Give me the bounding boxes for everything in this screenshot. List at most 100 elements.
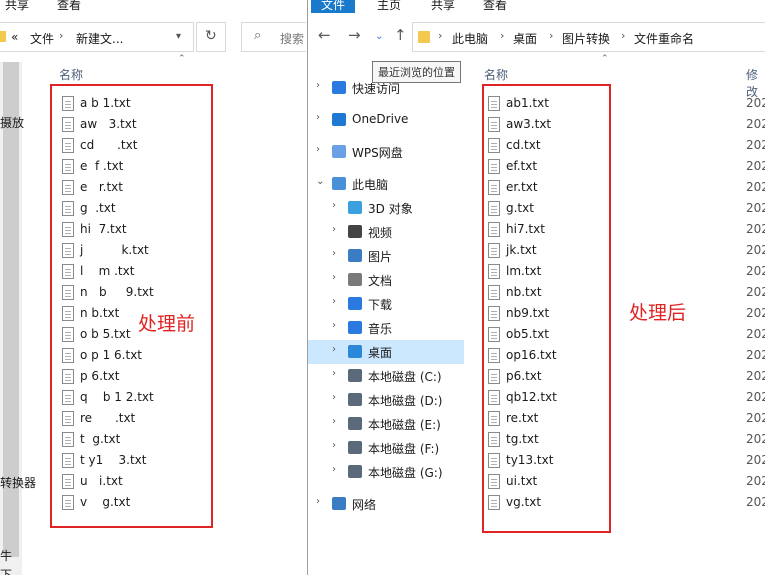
nav-item-label: 网络 <box>352 498 377 512</box>
search-box[interactable]: ⌕ 搜索 <box>241 22 306 52</box>
chevron-right-icon[interactable]: › <box>332 344 336 355</box>
nav-item[interactable]: › 3D 对象 <box>308 196 464 220</box>
address-segment[interactable]: 图片转换 <box>562 30 610 47</box>
nav-item[interactable]: › WPS网盘 <box>308 140 464 164</box>
nav-item[interactable]: › 本地磁盘 (C:) <box>308 364 464 388</box>
column-header-name[interactable]: 名称 <box>59 66 83 83</box>
address-segment[interactable]: 文件 <box>30 30 54 47</box>
explorer-window-before: 共享 查看 « 文件 › 新建文... ▾ ↻ ⌕ 搜索 摄放 转换器 牛 下 … <box>0 0 306 575</box>
nav-item[interactable]: › 桌面 <box>308 340 464 364</box>
nav-pane-scrollbar[interactable] <box>0 62 22 575</box>
chevron-right-icon[interactable]: › <box>332 224 336 235</box>
chevron-right-icon[interactable]: › <box>332 440 336 451</box>
chevron-right-icon[interactable]: › <box>332 416 336 427</box>
refresh-icon: ↻ <box>205 28 217 44</box>
modified-date: 202 <box>746 390 765 404</box>
navigation-pane: › 快速访问 › OneDrive › WPS网盘 ⌄ 此电脑 › 3D 对象 › 视频 › 图片 › 文档 ›… <box>308 72 468 575</box>
recent-locations-icon[interactable]: ⌄ <box>375 31 383 42</box>
nav-item-label: 本地磁盘 (F:) <box>368 442 440 456</box>
back-arrow-icon[interactable]: ← <box>318 26 331 44</box>
nav-item[interactable]: › 音乐 <box>308 316 464 340</box>
chevron-right-icon: › <box>500 29 505 42</box>
clipped-nav-label: 下 <box>0 568 13 575</box>
modified-date: 202 <box>746 243 765 257</box>
sort-ascending-icon: ⌃ <box>601 54 609 64</box>
column-header-name[interactable]: 名称 <box>484 66 508 83</box>
chevron-right-icon[interactable]: › <box>332 464 336 475</box>
tab-home[interactable]: 主页 <box>377 0 401 13</box>
tab-share[interactable]: 共享 <box>5 0 29 13</box>
nav-item[interactable]: › 下载 <box>308 292 464 316</box>
star-icon <box>332 81 346 94</box>
chevron-right-icon[interactable]: › <box>332 296 336 307</box>
address-segment[interactable]: 新建文... <box>76 30 123 47</box>
computer-icon <box>332 177 346 190</box>
nav-item-label: 图片 <box>368 250 393 264</box>
document-icon <box>348 273 362 286</box>
modified-date: 202 <box>746 264 765 278</box>
chevron-right-icon[interactable]: › <box>316 144 320 155</box>
clipped-nav-label: 牛 <box>0 549 13 563</box>
annotation-after: 处理后 <box>629 302 687 324</box>
nav-item[interactable]: › 视频 <box>308 220 464 244</box>
highlight-box <box>482 84 611 533</box>
clipped-nav-label: 摄放 <box>0 116 25 130</box>
modified-date: 202 <box>746 285 765 299</box>
modified-date: 202 <box>746 432 765 446</box>
chevron-down-icon[interactable]: ▾ <box>176 31 181 42</box>
nav-item[interactable]: ⌄ 此电脑 <box>308 172 464 196</box>
address-bar[interactable]: « 文件 › 新建文... ▾ <box>0 22 194 52</box>
tab-share[interactable]: 共享 <box>431 0 455 13</box>
modified-date: 202 <box>746 201 765 215</box>
chevron-right-icon[interactable]: › <box>332 200 336 211</box>
chevron-right-icon: › <box>621 29 626 42</box>
nav-item[interactable]: › 本地磁盘 (D:) <box>308 388 464 412</box>
tab-view[interactable]: 查看 <box>57 0 81 13</box>
nav-item-label: WPS网盘 <box>352 146 403 160</box>
address-overflow[interactable]: « <box>11 30 18 44</box>
nav-item-label: 视频 <box>368 226 393 240</box>
modified-date: 202 <box>746 222 765 236</box>
nav-item-label: OneDrive <box>352 112 409 126</box>
search-placeholder: 搜索 <box>280 32 305 46</box>
nav-item-label: 此电脑 <box>352 178 389 192</box>
chevron-down-icon[interactable]: ⌄ <box>316 176 324 187</box>
tab-file[interactable]: 文件 <box>311 0 356 13</box>
chevron-right-icon[interactable]: › <box>332 320 336 331</box>
modified-date: 202 <box>746 474 765 488</box>
forward-arrow-icon[interactable]: → <box>348 26 361 44</box>
disk-d-icon <box>348 393 362 406</box>
modified-date: 202 <box>746 495 765 509</box>
address-segment[interactable]: 桌面 <box>513 30 537 47</box>
nav-item[interactable]: › 网络 <box>308 492 464 516</box>
folder-icon <box>0 31 6 42</box>
chevron-right-icon[interactable]: › <box>332 248 336 259</box>
disk-c-icon <box>348 369 362 382</box>
chevron-right-icon[interactable]: › <box>332 368 336 379</box>
up-arrow-icon[interactable]: ↑ <box>394 26 407 44</box>
nav-item[interactable]: › 本地磁盘 (E:) <box>308 412 464 436</box>
column-header-modified[interactable]: 修改 <box>746 66 765 100</box>
chevron-right-icon[interactable]: › <box>316 496 320 507</box>
address-segment[interactable]: 此电脑 <box>452 30 488 47</box>
address-bar[interactable]: › 此电脑 › 桌面 › 图片转换 › 文件重命名 <box>412 22 765 52</box>
chevron-right-icon[interactable]: › <box>316 112 320 123</box>
film-icon <box>348 225 362 238</box>
chevron-right-icon[interactable]: › <box>332 392 336 403</box>
nav-item[interactable]: › OneDrive <box>308 108 464 132</box>
address-segment[interactable]: 文件重命名 <box>634 30 694 47</box>
chevron-right-icon[interactable]: › <box>316 80 320 91</box>
nav-item-label: 本地磁盘 (G:) <box>368 466 443 480</box>
nav-item-label: 下载 <box>368 298 393 312</box>
nav-item[interactable]: › 本地磁盘 (F:) <box>308 436 464 460</box>
tab-view[interactable]: 查看 <box>483 0 507 13</box>
chevron-right-icon: › <box>549 29 554 42</box>
nav-item[interactable]: › 图片 <box>308 244 464 268</box>
refresh-button[interactable]: ↻ <box>196 22 226 52</box>
search-icon: ⌕ <box>254 28 262 43</box>
modified-date: 202 <box>746 453 765 467</box>
modified-date: 202 <box>746 327 765 341</box>
chevron-right-icon[interactable]: › <box>332 272 336 283</box>
nav-item[interactable]: › 本地磁盘 (G:) <box>308 460 464 484</box>
nav-item[interactable]: › 文档 <box>308 268 464 292</box>
